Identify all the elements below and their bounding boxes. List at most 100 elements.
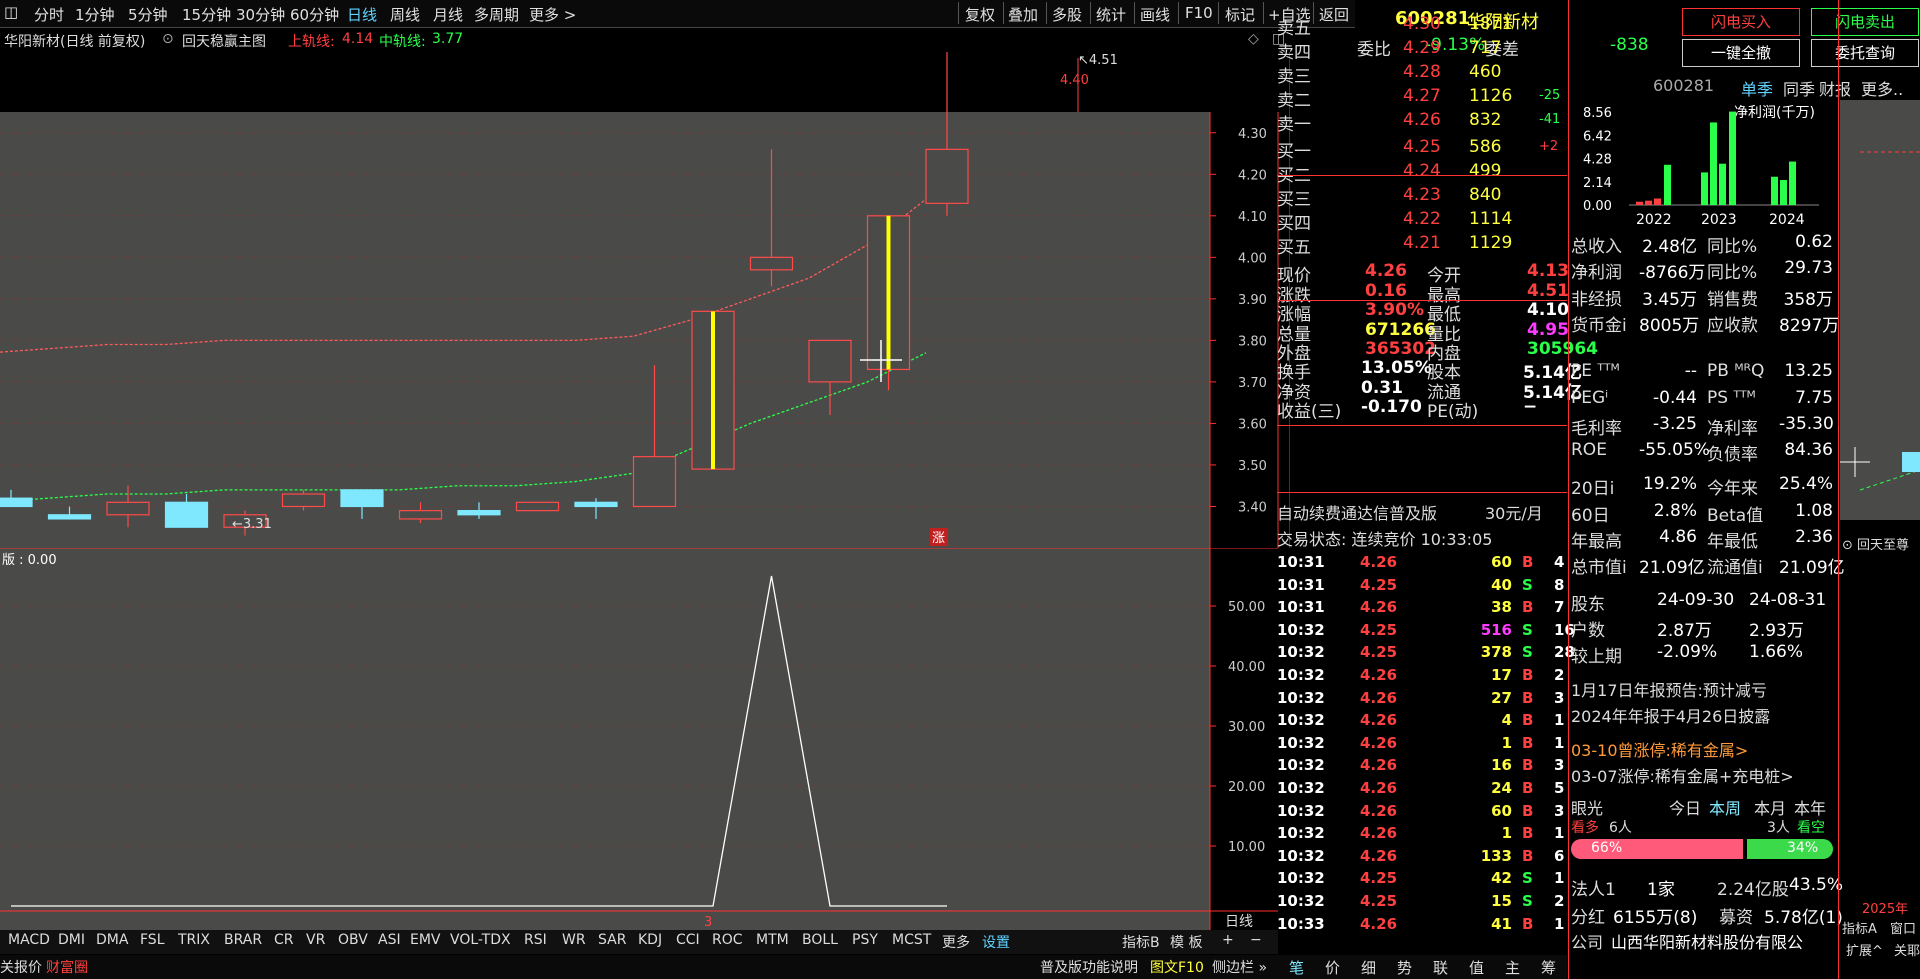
template-tab[interactable]: 模 板 bbox=[1170, 932, 1202, 952]
indicator-tab[interactable]: FSL bbox=[140, 932, 165, 948]
ask-row[interactable]: 卖二 4.27 1126 -25 bbox=[1277, 84, 1575, 111]
window-menu-icon[interactable]: ◫ bbox=[4, 3, 18, 21]
ask-row[interactable]: 卖四 4.29 717 bbox=[1277, 36, 1575, 63]
eye-tab[interactable]: 本月 bbox=[1754, 795, 1786, 819]
window-button[interactable]: 窗口 bbox=[1890, 918, 1916, 937]
bid-row[interactable]: 买四 4.22 1114 bbox=[1277, 207, 1575, 234]
quote-link[interactable]: 关报价 bbox=[0, 957, 42, 977]
indicator-tab[interactable]: MACD bbox=[8, 932, 50, 948]
indicator-tab[interactable]: ASI bbox=[378, 932, 401, 948]
mark-button[interactable]: 标记 bbox=[1225, 4, 1255, 25]
statistics-button[interactable]: 统计 bbox=[1096, 4, 1126, 25]
sidebar-toggle[interactable]: 侧边栏 » bbox=[1212, 957, 1267, 977]
help-link[interactable]: 普及版功能说明 bbox=[1040, 957, 1138, 977]
expand-button[interactable]: 扩展^ bbox=[1846, 940, 1883, 959]
period-tab-active[interactable]: 日线 bbox=[347, 4, 377, 25]
tick-row[interactable]: 10:32 4.26 16 B 3 bbox=[1277, 754, 1575, 776]
tick-tab[interactable]: 值 bbox=[1469, 957, 1484, 978]
indicator-tab[interactable]: VR bbox=[306, 932, 325, 948]
tick-tab[interactable]: 细 bbox=[1361, 957, 1376, 978]
kline-chart[interactable]: 4.30 4.20 4.10 4.00 3.90 3.80 3.70 3.60 3.50 3.40… bbox=[0, 52, 1290, 548]
eye-tab[interactable]: 今日 bbox=[1669, 795, 1701, 819]
indicator-tab[interactable]: 设置 bbox=[982, 932, 1010, 952]
multi-stock-button[interactable]: 多股 bbox=[1052, 4, 1082, 25]
bid-row[interactable]: 买三 4.23 840 bbox=[1277, 183, 1575, 210]
tick-tab[interactable]: 价 bbox=[1325, 957, 1340, 978]
tick-tab[interactable]: 联 bbox=[1433, 957, 1448, 978]
limit-note[interactable]: 03-10曾涨停:稀有金属> bbox=[1571, 737, 1748, 761]
tick-row[interactable]: 10:32 4.25 516 S 16 bbox=[1277, 619, 1575, 641]
period-tab[interactable]: 分时 bbox=[34, 4, 64, 25]
indicator-tab[interactable]: CCI bbox=[676, 932, 700, 948]
flash-buy-button[interactable]: 闪电买入 bbox=[1682, 8, 1800, 36]
tick-row[interactable]: 10:32 4.25 15 S 2 bbox=[1277, 890, 1575, 912]
indicator-tab[interactable]: 更多 bbox=[942, 932, 970, 952]
restore-rights-button[interactable]: 复权 bbox=[965, 4, 995, 25]
overlay-button[interactable]: 叠加 bbox=[1008, 4, 1038, 25]
period-tab[interactable]: 多周期 bbox=[474, 4, 519, 25]
bid-row[interactable]: 买五 4.21 1129 bbox=[1277, 231, 1575, 258]
limit-note-2[interactable]: 03-07涨停:稀有金属+充电桩> bbox=[1571, 763, 1794, 787]
f10-link[interactable]: 图文F10 bbox=[1150, 957, 1204, 977]
formula-dropdown-icon[interactable]: ⊙ bbox=[162, 31, 174, 47]
promo-text[interactable]: 自动续费通达信普及版 bbox=[1277, 500, 1437, 524]
tick-row[interactable]: 10:31 4.26 60 B 4 bbox=[1277, 551, 1575, 573]
period-tab[interactable]: 15分钟 bbox=[182, 4, 231, 25]
tick-row[interactable]: 10:32 4.26 133 B 6 bbox=[1277, 845, 1575, 867]
ask-row[interactable]: 卖五 4.30 1871 bbox=[1277, 12, 1575, 39]
eye-tab[interactable]: 本周 bbox=[1709, 795, 1741, 819]
indicator-tab[interactable]: CR bbox=[274, 932, 294, 948]
tick-row[interactable]: 10:32 4.26 60 B 3 bbox=[1277, 800, 1575, 822]
draw-line-button[interactable]: 画线 bbox=[1140, 4, 1170, 25]
bid-row[interactable]: 买二 4.24 499 bbox=[1277, 159, 1575, 186]
fin-note[interactable]: 2024年年报于4月26日披露 bbox=[1571, 703, 1770, 727]
tick-row[interactable]: 10:33 4.26 41 B 1 bbox=[1277, 913, 1575, 935]
sub-indicator-chart[interactable]: 50.00 40.00 30.00 20.00 10.00 版 : 0.00 3 日线 bbox=[0, 548, 1278, 930]
remove-indicator-button[interactable]: − bbox=[1250, 932, 1262, 948]
period-tab[interactable]: 1分钟 bbox=[75, 4, 115, 25]
indicator-a-button[interactable]: 指标A bbox=[1842, 918, 1877, 937]
indicator-b-tab[interactable]: 指标B bbox=[1122, 932, 1160, 952]
indicator-tab[interactable]: SAR bbox=[598, 932, 626, 948]
tick-row[interactable]: 10:32 4.26 1 B 1 bbox=[1277, 732, 1575, 754]
indicator-tab[interactable]: DMA bbox=[96, 932, 128, 948]
tick-list[interactable]: 10:31 4.26 60 B 4 10:31 4.25 40 S 8 10:31 4.26 38 B 7 1… bbox=[1277, 551, 1575, 936]
period-tab[interactable]: 60分钟 bbox=[290, 4, 339, 25]
indicator-tab[interactable]: OBV bbox=[338, 932, 368, 948]
f10-button[interactable]: F10 bbox=[1185, 4, 1213, 22]
diamond-icon[interactable]: ◇ bbox=[1248, 31, 1259, 47]
more-periods-button[interactable]: 更多 > bbox=[529, 4, 576, 25]
indicator-tab[interactable]: MCST bbox=[892, 932, 931, 948]
ask-row[interactable]: 卖一 4.26 832 -41 bbox=[1277, 108, 1575, 135]
indicator-tab[interactable]: BOLL bbox=[802, 932, 838, 948]
fin-tab[interactable]: 同季 bbox=[1783, 76, 1815, 100]
period-tab[interactable]: 5分钟 bbox=[128, 4, 168, 25]
tick-row[interactable]: 10:32 4.25 42 S 1 bbox=[1277, 867, 1575, 889]
fin-tab[interactable]: 单季 bbox=[1741, 76, 1773, 100]
indicator-tab[interactable]: RSI bbox=[524, 932, 547, 948]
cancel-all-button[interactable]: 一键全撤 bbox=[1682, 39, 1800, 67]
tick-row[interactable]: 10:32 4.26 24 B 5 bbox=[1277, 777, 1575, 799]
tick-tab[interactable]: 笔 bbox=[1289, 957, 1304, 978]
indicator-tab[interactable]: VOL-TDX bbox=[450, 932, 511, 948]
flash-sell-button[interactable]: 闪电卖出 bbox=[1811, 8, 1919, 36]
tick-row[interactable]: 10:32 4.26 4 B 1 bbox=[1277, 709, 1575, 731]
indicator-tab[interactable]: TRIX bbox=[178, 932, 210, 948]
period-tab[interactable]: 30分钟 bbox=[236, 4, 285, 25]
promo-price[interactable]: 30元/月 bbox=[1485, 500, 1543, 524]
promo-row[interactable]: 自动续费通达信普及版 30元/月 bbox=[1277, 500, 1567, 524]
indicator-tab[interactable]: BRAR bbox=[224, 932, 262, 948]
indicator-tab[interactable]: WR bbox=[562, 932, 586, 948]
indicator-tab[interactable]: ROC bbox=[712, 932, 743, 948]
eye-tab[interactable]: 本年 bbox=[1794, 795, 1826, 819]
tick-tab[interactable]: 主 bbox=[1505, 957, 1520, 978]
tick-row[interactable]: 10:31 4.25 40 S 8 bbox=[1277, 574, 1575, 596]
order-query-button[interactable]: 委托查询 bbox=[1811, 39, 1919, 67]
fin-note[interactable]: 1月17日年报预告:预计减亏 bbox=[1571, 677, 1767, 701]
tick-row[interactable]: 10:31 4.26 38 B 7 bbox=[1277, 596, 1575, 618]
tick-row[interactable]: 10:32 4.26 1 B 1 bbox=[1277, 822, 1575, 844]
fin-tab[interactable]: 更多.. bbox=[1861, 76, 1903, 100]
indicator-tab[interactable]: PSY bbox=[852, 932, 878, 948]
indicator-tab[interactable]: DMI bbox=[58, 932, 85, 948]
tick-row[interactable]: 10:32 4.25 378 S 28 bbox=[1277, 641, 1575, 663]
